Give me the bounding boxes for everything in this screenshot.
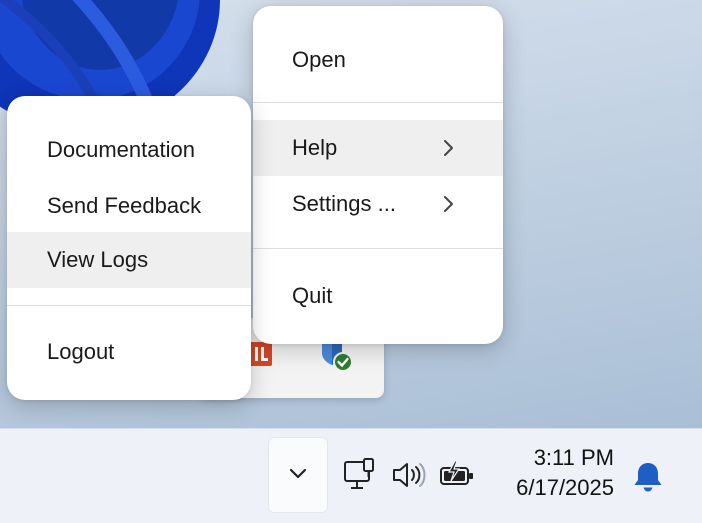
- tray-context-menu: Open Help Settings ... Quit: [253, 6, 503, 344]
- help-submenu: Documentation Send Feedback View Logs Lo…: [7, 96, 251, 400]
- clock-time: 3:11 PM: [533, 445, 614, 470]
- submenu-item-send-feedback[interactable]: Send Feedback: [7, 178, 251, 234]
- battery-charging-icon[interactable]: [438, 459, 476, 491]
- menu-separator: [253, 102, 503, 103]
- chevron-up-icon: [289, 468, 307, 479]
- submenu-item-documentation[interactable]: Documentation: [7, 122, 251, 178]
- menu-item-quit[interactable]: Quit: [253, 268, 503, 324]
- submenu-item-view-logs-label: View Logs: [47, 247, 149, 272]
- chevron-right-icon: [444, 196, 453, 212]
- menu-item-help[interactable]: Help: [253, 120, 503, 176]
- chevron-right-icon: [444, 140, 453, 156]
- clock-date: 6/17/2025: [516, 475, 614, 500]
- submenu-item-logout-label: Logout: [47, 339, 115, 364]
- taskbar: 3:11 PM 6/17/2025: [0, 428, 702, 523]
- submenu-item-send-feedback-label: Send Feedback: [47, 193, 202, 218]
- network-icon[interactable]: [343, 457, 379, 493]
- submenu-item-view-logs[interactable]: View Logs: [7, 232, 251, 288]
- menu-item-help-label: Help: [292, 135, 338, 160]
- menu-item-open-label: Open: [292, 47, 346, 72]
- show-hidden-icons-button[interactable]: [268, 437, 328, 513]
- menu-item-quit-label: Quit: [292, 283, 333, 308]
- notification-bell-icon[interactable]: [631, 459, 665, 495]
- menu-separator: [7, 305, 251, 306]
- menu-separator: [253, 248, 503, 249]
- menu-item-settings[interactable]: Settings ...: [253, 176, 503, 232]
- volume-icon[interactable]: [391, 459, 427, 491]
- menu-item-settings-label: Settings ...: [292, 191, 396, 216]
- submenu-item-logout[interactable]: Logout: [7, 324, 251, 380]
- menu-item-open[interactable]: Open: [253, 32, 503, 88]
- system-clock[interactable]: 3:11 PM 6/17/2025: [516, 443, 614, 503]
- submenu-item-documentation-label: Documentation: [47, 137, 195, 162]
